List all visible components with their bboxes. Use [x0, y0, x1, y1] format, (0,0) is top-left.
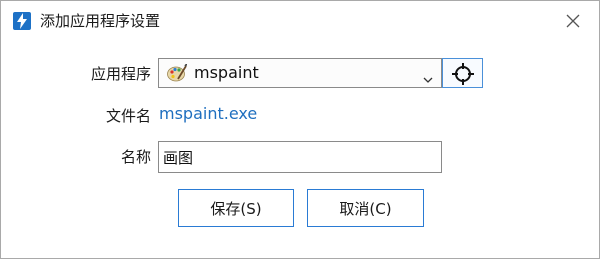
- filename-link[interactable]: mspaint.exe: [159, 104, 257, 124]
- close-icon[interactable]: [564, 12, 582, 30]
- filename-label: 文件名: [105, 107, 151, 125]
- save-button[interactable]: 保存(S): [178, 189, 294, 227]
- application-select[interactable]: mspaint: [158, 58, 442, 88]
- title-bar: 添加应用程序设置: [1, 1, 599, 41]
- dialog-window: 添加应用程序设置 应用程序 mspaint 文件名 mspaint.exe 名称…: [0, 0, 600, 259]
- lightning-app-icon: [13, 12, 31, 30]
- paint-palette-icon: [167, 63, 188, 82]
- window-picker-button[interactable]: [442, 58, 483, 88]
- application-value: mspaint: [194, 63, 259, 82]
- dialog-title: 添加应用程序设置: [40, 12, 161, 30]
- name-input[interactable]: [158, 141, 442, 173]
- name-label: 名称: [120, 148, 151, 166]
- app-label: 应用程序: [90, 65, 151, 83]
- chevron-down-icon: [423, 69, 433, 88]
- cancel-button[interactable]: 取消(C): [307, 189, 424, 227]
